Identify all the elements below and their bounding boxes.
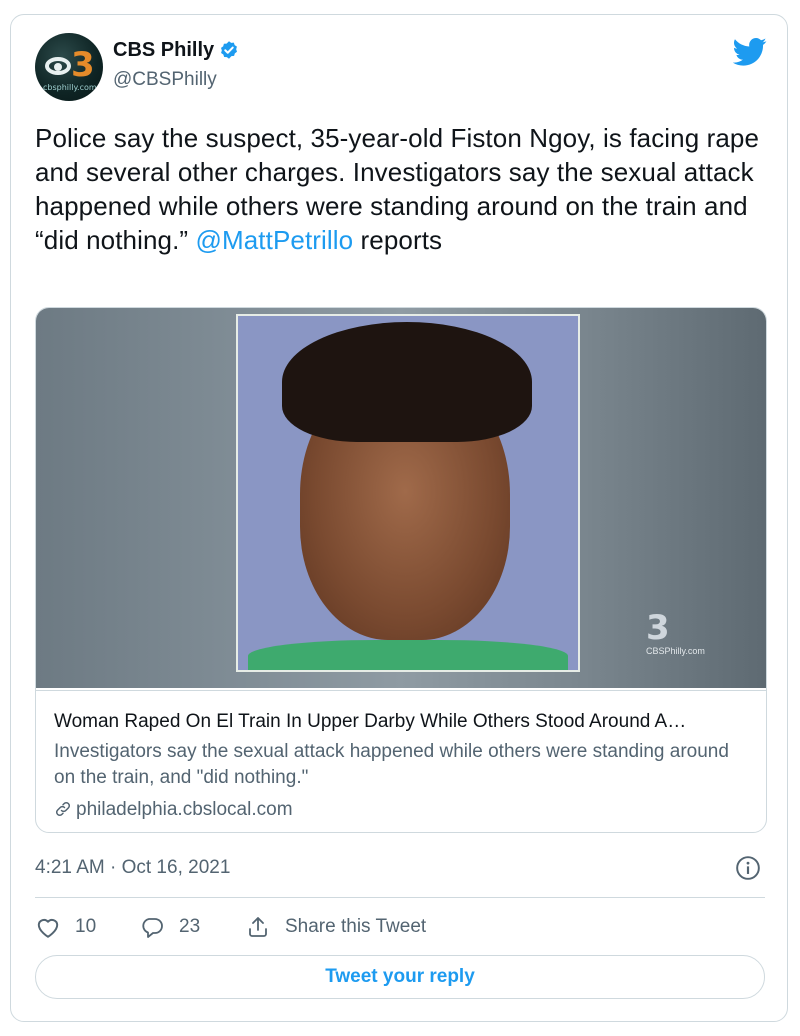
share-button[interactable]: Share this Tweet <box>245 915 426 939</box>
link-card[interactable]: 3 CBSPhilly.com Woman Raped On El Train … <box>35 307 767 833</box>
mugshot-photo <box>236 314 580 672</box>
account-name[interactable]: CBS Philly <box>113 39 214 62</box>
watermark-number: 3 <box>646 608 670 648</box>
verified-badge-icon <box>221 41 237 59</box>
divider <box>35 897 765 898</box>
share-icon <box>249 917 267 937</box>
reply-icon <box>142 918 163 938</box>
cbs-eye-logo <box>45 57 71 75</box>
share-label: Share this Tweet <box>285 916 427 937</box>
hair <box>282 322 532 442</box>
link-card-domain: philadelphia.cbslocal.com <box>54 799 293 821</box>
link-card-description: Investigators say the sexual attack happ… <box>54 741 729 788</box>
heart-icon <box>37 918 59 938</box>
like-button[interactable]: 10 <box>35 915 96 939</box>
tweet-card: 3 cbsphilly.com CBS Philly @CBSPhilly Po… <box>10 14 788 1022</box>
avatar-logo-site: cbsphilly.com <box>43 83 97 92</box>
reply-count: 23 <box>179 916 201 937</box>
cbs-watermark: 3 CBSPhilly.com <box>646 608 705 656</box>
info-icon[interactable] <box>735 855 761 881</box>
tweet-timestamp[interactable]: 4:21 AM · Oct 16, 2021 <box>35 857 230 879</box>
avatar-logo-number: 3 <box>71 45 95 85</box>
tweet-reply-button[interactable]: Tweet your reply <box>35 955 765 999</box>
mention-link[interactable]: @MattPetrillo <box>195 225 353 255</box>
watermark-site: CBSPhilly.com <box>646 646 705 656</box>
tweet-text-tail: reports <box>353 225 443 255</box>
avatar[interactable]: 3 cbsphilly.com <box>35 33 103 101</box>
account-handle[interactable]: @CBSPhilly <box>113 69 217 91</box>
link-card-title[interactable]: Woman Raped On El Train In Upper Darby W… <box>54 711 754 733</box>
like-count: 10 <box>75 916 97 937</box>
shirt <box>248 640 568 670</box>
link-icon <box>55 801 71 817</box>
link-card-info[interactable]: Woman Raped On El Train In Upper Darby W… <box>36 690 766 820</box>
link-card-image[interactable]: 3 CBSPhilly.com <box>36 308 766 688</box>
reply-action-button[interactable]: 23 <box>139 915 200 939</box>
tweet-text: Police say the suspect, 35-year-old Fist… <box>35 121 765 257</box>
twitter-bird-icon[interactable] <box>733 37 767 67</box>
link-card-domain-text: philadelphia.cbslocal.com <box>76 799 293 820</box>
